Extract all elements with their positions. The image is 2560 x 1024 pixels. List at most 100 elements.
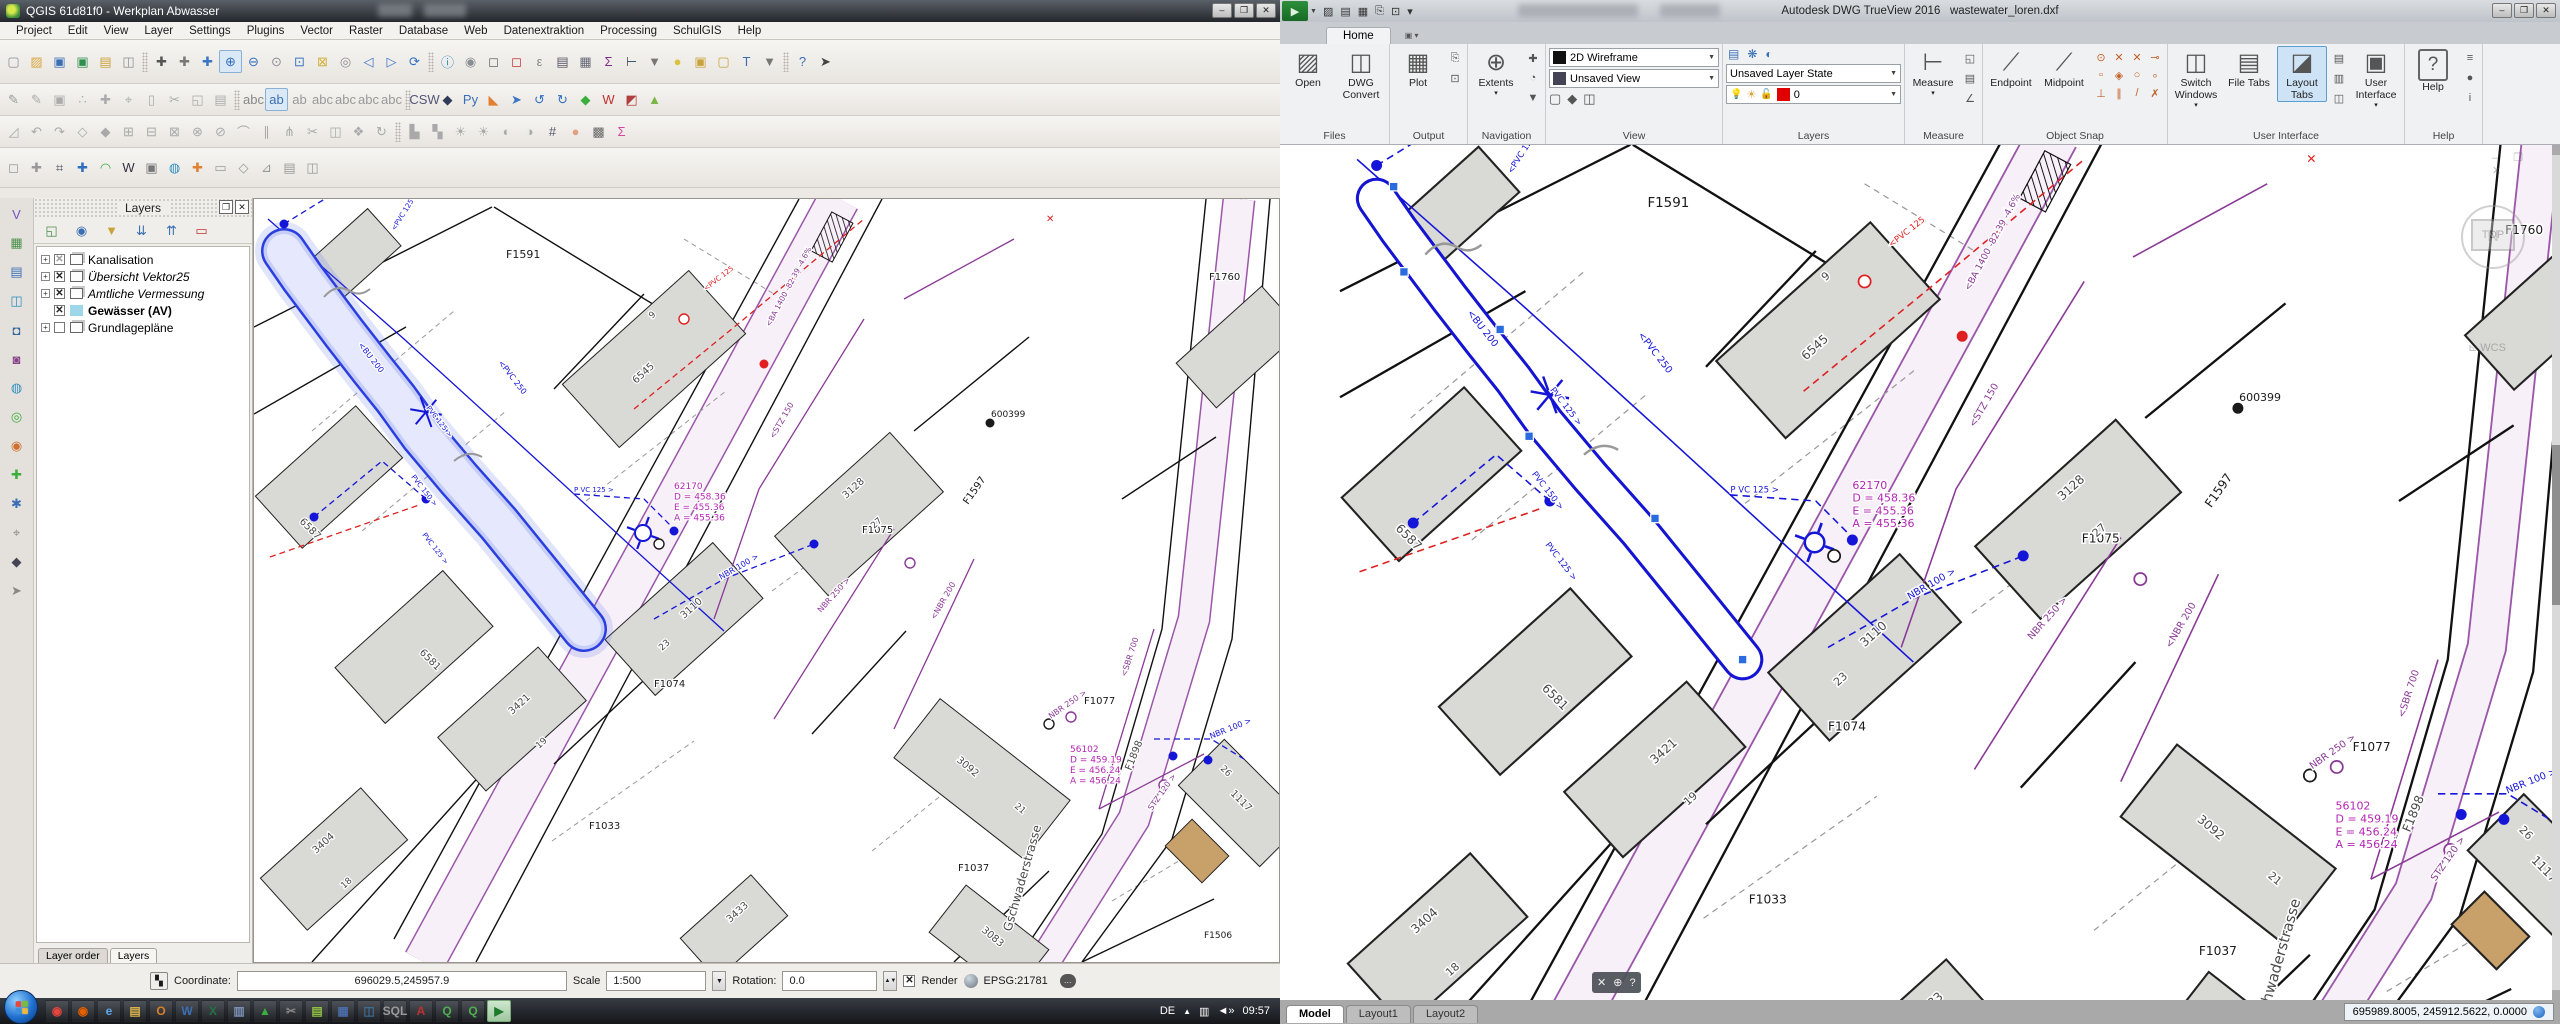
navwidget-icon-0[interactable]: ✕ [1597, 976, 1606, 989]
trueview-title-bar[interactable]: ▶ ▼ ▨▤▦⎘⊡▾ Autodesk DWG TrueView 2016 wa… [1280, 0, 2560, 22]
osnap-1[interactable]: ✕ [2110, 48, 2128, 66]
layer-item[interactable]: +✕Amtliche Vermessung [39, 285, 247, 302]
open-project-icon[interactable]: ▨ [25, 50, 48, 73]
measure-line-icon[interactable]: ⊢ [620, 50, 643, 73]
identify-features-icon[interactable]: ⓘ [436, 50, 459, 73]
tab-home[interactable]: Home [1326, 27, 1391, 44]
unpin-labels-icon[interactable]: ab [288, 88, 311, 111]
status-sphere-icon[interactable] [2533, 1006, 2545, 1018]
ribbon-collapse-arrow[interactable]: ▣ ▾ [1405, 31, 1419, 40]
add-ring-icon[interactable]: ⊞ [117, 120, 140, 143]
composer-manager-icon[interactable]: ◫ [117, 50, 140, 73]
offset-curve-icon[interactable]: ∥ [255, 120, 278, 143]
new-project-icon[interactable]: ▢ [2, 50, 25, 73]
python-console-icon[interactable]: Py [459, 88, 482, 111]
osnap-0[interactable]: ⊙ [2092, 48, 2110, 66]
reshape-features-icon[interactable]: ⌒ [232, 120, 255, 143]
touch-zoom-icon[interactable]: ✚ [150, 50, 173, 73]
taskbar-calculator[interactable]: ▦ [331, 1000, 355, 1022]
delete-selected-icon[interactable]: ▯ [140, 88, 163, 111]
highlight-labels-icon[interactable]: abc [242, 88, 265, 111]
menu-processing[interactable]: Processing [592, 24, 665, 38]
measure-small-0[interactable]: ◱ [1961, 49, 1979, 67]
taskbar-vpn-tool[interactable]: ▲ [253, 1000, 277, 1022]
remove-layer-icon[interactable]: ▭ [190, 219, 213, 242]
orange-add-tool-icon[interactable]: ✚ [186, 156, 209, 179]
new-shapefile-layer-icon[interactable]: ✚ [5, 463, 29, 487]
osnap-9[interactable]: ∥ [2110, 84, 2128, 102]
tab-layout1[interactable]: Layout1 [1346, 1005, 1411, 1023]
scale-combo[interactable]: 1:500 [606, 971, 706, 991]
view-tool-2[interactable]: ◫ [1583, 91, 1595, 107]
rotation-spinner[interactable]: 0.0 [782, 971, 877, 991]
taskbar-excel[interactable]: X [201, 1000, 225, 1022]
measure-small-1[interactable]: ▤ [1961, 69, 1979, 87]
contrast-plus-icon[interactable]: ◐ [495, 120, 518, 143]
osnap-2[interactable]: ✕ [2128, 48, 2146, 66]
endpoint-button[interactable]: ⟋Endpoint [1986, 46, 2036, 90]
ui-small-2[interactable]: ◫ [2330, 89, 2348, 107]
taskbar-outlook[interactable]: O [149, 1000, 173, 1022]
select-by-expression-icon[interactable]: ε [528, 50, 551, 73]
taskbar-remote-desktop[interactable]: ▥ [227, 1000, 251, 1022]
vertical-scrollbar[interactable] [2552, 145, 2560, 1000]
gps-tools-icon[interactable]: ⌖ [5, 521, 29, 545]
split-parts-icon[interactable]: ✂ [301, 120, 324, 143]
ui-small-0[interactable]: ▤ [2330, 49, 2348, 67]
visual-style-combo[interactable]: 2D Wireframe▼ [1549, 48, 1719, 67]
measure-small-2[interactable]: ∠ [1961, 89, 1979, 107]
taskbar-windows-explorer[interactable]: ▤ [123, 1000, 147, 1022]
viewcube[interactable]: N TOP [2448, 205, 2538, 335]
field-calculator-icon[interactable]: ▦ [574, 50, 597, 73]
plot-button[interactable]: ▦Plot [1393, 46, 1443, 90]
volume-icon[interactable]: ◄» [1217, 1005, 1234, 1017]
render-checkbox[interactable]: ✕ [903, 975, 915, 987]
brightness-minus-icon[interactable]: ☀ [472, 120, 495, 143]
tab-model[interactable]: Model [1286, 1005, 1344, 1023]
coordinate-input[interactable]: 696029.5,245957.9 [237, 971, 567, 991]
zoom-in-icon[interactable]: ⊕ [219, 50, 242, 73]
menu-help[interactable]: Help [730, 24, 770, 38]
tv-close-button[interactable]: ✕ [2536, 3, 2556, 18]
layer-combo[interactable]: 💡☀🔓0▼ [1726, 85, 1901, 104]
ui-small-1[interactable]: ▥ [2330, 69, 2348, 87]
menu-datenextraktion[interactable]: Datenextraktion [496, 24, 593, 38]
switch-windows-button[interactable]: ◫Switch Windows▾ [2171, 46, 2221, 110]
start-button[interactable] [4, 990, 38, 1024]
layer-item[interactable]: ✕Gewässer (AV) [39, 302, 247, 319]
output-small-0[interactable]: ⎘ [1446, 49, 1464, 67]
menu-layer[interactable]: Layer [136, 24, 181, 38]
menu-project[interactable]: Project [8, 24, 60, 38]
move-feature-icon[interactable]: ✚ [94, 88, 117, 111]
panel-tab-layer-order[interactable]: Layer order [38, 948, 108, 963]
undo-tool-icon[interactable]: ↺ [528, 88, 551, 111]
osnap-6[interactable]: ○ [2128, 66, 2146, 84]
pan-to-selection-icon[interactable]: ✚ [196, 50, 219, 73]
save-project-icon[interactable]: ▣ [48, 50, 71, 73]
nav-small-1[interactable]: ◔ [1524, 69, 1542, 87]
plugin-tool-2-icon[interactable]: ◫ [301, 156, 324, 179]
layer-tool-1[interactable]: ❋ [1747, 47, 1757, 61]
help-contents-icon[interactable]: ? [791, 50, 814, 73]
scroll-thumb[interactable] [2552, 445, 2560, 605]
georeferencer-icon[interactable]: ▩ [587, 120, 610, 143]
layer-state-combo[interactable]: Unsaved Layer State▼ [1726, 64, 1901, 83]
layer-checkbox[interactable]: ✕ [54, 305, 65, 316]
qgis-map-canvas[interactable]: F1591F1760600399F1597F1075F1074F1077F103… [254, 199, 1280, 962]
redo-tool-icon[interactable]: ↻ [551, 88, 574, 111]
tv-restore-button[interactable]: ❐ [2514, 3, 2534, 18]
menu-view[interactable]: View [96, 24, 137, 38]
layer-tool-0[interactable]: ▤ [1728, 47, 1739, 61]
menu-plugins[interactable]: Plugins [239, 24, 293, 38]
new-spatialite-layer-icon[interactable]: ✱ [5, 492, 29, 516]
cad-tools-icon[interactable]: ◿ [2, 120, 25, 143]
menu-vector[interactable]: Vector [292, 24, 341, 38]
menu-edit[interactable]: Edit [60, 24, 96, 38]
scroll-up-arrow[interactable] [2552, 145, 2560, 155]
redo-icon[interactable]: ↷ [48, 120, 71, 143]
drawing-window-buttons[interactable]: – ❐ ✕ [2492, 151, 2552, 177]
triangle-digitize-icon[interactable]: ⊿ [255, 156, 278, 179]
schulgis-ruler-icon[interactable]: ◣ [482, 88, 505, 111]
extents-toggle-icon[interactable]: ▚ [150, 972, 168, 990]
osnap-4[interactable]: ▫ [2092, 66, 2110, 84]
